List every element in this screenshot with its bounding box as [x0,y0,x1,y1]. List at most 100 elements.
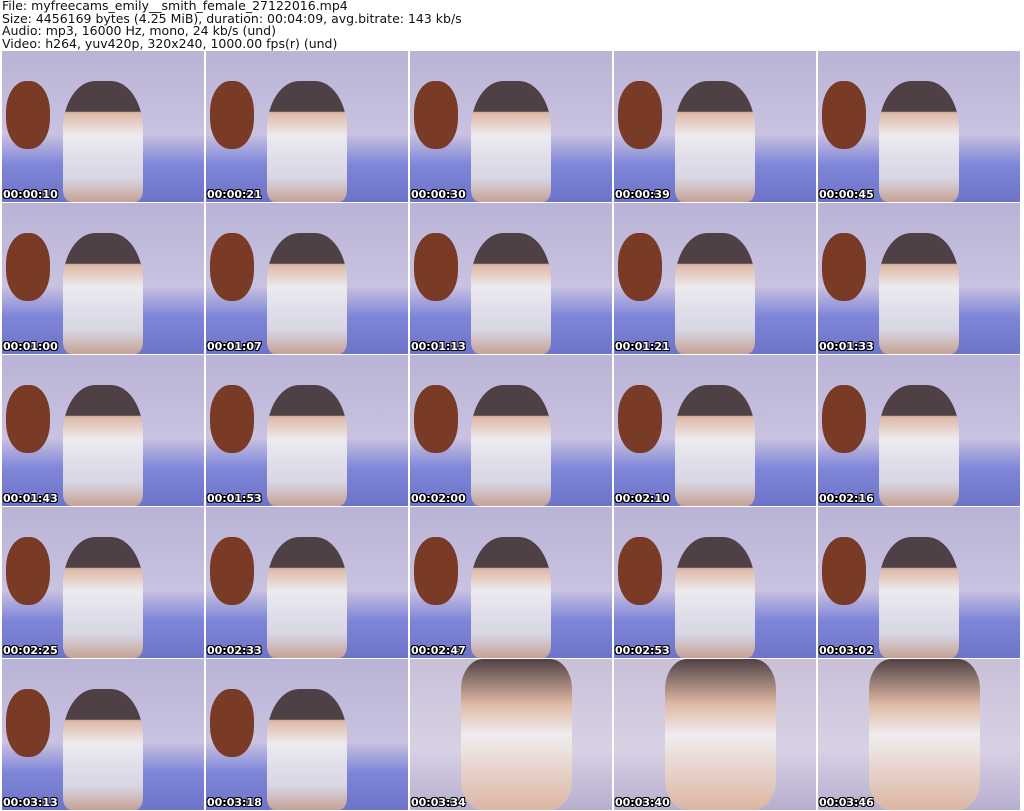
video-thumbnail: 00:00:21 [206,51,408,202]
thumbnail-timestamp: 00:03:02 [819,644,874,657]
thumbnail-background-shape [822,233,867,302]
thumbnail-figure-shape [664,659,776,810]
video-thumbnail: 00:02:25 [2,507,204,658]
thumbnail-figure-shape [266,233,348,354]
thumbnail-background-shape [414,81,459,150]
thumbnail-figure-shape [62,689,144,810]
thumbnail-figure-shape [878,81,960,202]
thumbnail-timestamp: 00:02:25 [3,644,58,657]
thumbnail-timestamp: 00:00:45 [819,188,874,201]
thumbnail-figure-shape [266,537,348,658]
video-thumbnail: 00:03:13 [2,659,204,810]
video-thumbnail: 00:03:18 [206,659,408,810]
thumbnail-figure-shape [62,537,144,658]
video-thumbnail: 00:03:40 [614,659,816,810]
thumbnail-figure-shape [62,81,144,202]
thumbnail-figure-shape [470,81,552,202]
video-thumbnail: 00:01:53 [206,355,408,506]
thumbnail-background-shape [6,81,51,150]
thumbnail-timestamp: 00:00:10 [3,188,58,201]
thumbnail-figure-shape [470,385,552,506]
video-thumbnail: 00:00:39 [614,51,816,202]
thumbnail-background-shape [822,537,867,606]
thumbnail-background-shape [618,233,663,302]
thumbnail-background-shape [822,81,867,150]
thumbnail-figure-shape [674,537,756,658]
thumbnail-background-shape [210,689,255,758]
thumbnail-timestamp: 00:02:33 [207,644,262,657]
thumbnail-figure-shape [470,537,552,658]
thumbnail-timestamp: 00:01:13 [411,340,466,353]
thumbnail-figure-shape [266,385,348,506]
thumbnail-background-shape [210,233,255,302]
video-thumbnail: 00:00:10 [2,51,204,202]
video-thumbnail: 00:02:53 [614,507,816,658]
thumbnail-figure-shape [878,537,960,658]
thumbnail-timestamp: 00:02:00 [411,492,466,505]
thumbnail-background-shape [414,233,459,302]
thumbnail-figure-shape [266,81,348,202]
video-thumbnail: 00:00:45 [818,51,1020,202]
thumbnail-timestamp: 00:01:00 [3,340,58,353]
video-thumbnail: 00:02:47 [410,507,612,658]
video-thumbnail: 00:01:33 [818,203,1020,354]
thumbnail-background-shape [210,385,255,454]
thumbnail-timestamp: 00:03:40 [615,796,670,809]
thumbnail-background-shape [822,385,867,454]
thumbnail-figure-shape [674,81,756,202]
video-info: Video: h264, yuv420p, 320x240, 1000.00 f… [2,35,338,51]
video-thumbnail: 00:01:43 [2,355,204,506]
thumbnail-background-shape [6,385,51,454]
thumbnail-timestamp: 00:02:16 [819,492,874,505]
thumbnail-figure-shape [878,233,960,354]
video-thumbnail: 00:02:10 [614,355,816,506]
thumbnail-background-shape [6,233,51,302]
thumbnail-timestamp: 00:01:53 [207,492,262,505]
thumbnail-figure-shape [878,385,960,506]
thumbnail-background-shape [210,537,255,606]
thumbnail-background-shape [414,537,459,606]
thumbnail-timestamp: 00:03:18 [207,796,262,809]
video-thumbnail: 00:03:46 [818,659,1020,810]
thumbnail-timestamp: 00:01:43 [3,492,58,505]
thumbnail-background-shape [618,81,663,150]
video-thumbnail: 00:01:21 [614,203,816,354]
thumbnail-timestamp: 00:03:13 [3,796,58,809]
thumbnail-timestamp: 00:01:21 [615,340,670,353]
file-info-header: File: myfreecams_emily__smith_female_271… [2,0,462,50]
thumbnail-timestamp: 00:01:33 [819,340,874,353]
thumbnail-grid: 00:00:10 00:00:21 00:00:30 00:00:39 00:00:45… [2,51,1020,810]
thumbnail-figure-shape [460,659,572,810]
thumbnail-figure-shape [62,385,144,506]
thumbnail-timestamp: 00:02:47 [411,644,466,657]
video-thumbnail: 00:00:30 [410,51,612,202]
thumbnail-background-shape [6,537,51,606]
thumbnail-timestamp: 00:00:39 [615,188,670,201]
thumbnail-figure-shape [62,233,144,354]
thumbnail-timestamp: 00:02:10 [615,492,670,505]
thumbnail-background-shape [414,385,459,454]
video-thumbnail: 00:01:13 [410,203,612,354]
thumbnail-timestamp: 00:01:07 [207,340,262,353]
video-thumbnail: 00:01:00 [2,203,204,354]
thumbnail-background-shape [618,385,663,454]
video-thumbnail: 00:01:07 [206,203,408,354]
thumbnail-background-shape [6,689,51,758]
thumbnail-timestamp: 00:03:34 [411,796,466,809]
thumbnail-figure-shape [266,689,348,810]
video-thumbnail: 00:02:00 [410,355,612,506]
video-thumbnail: 00:03:34 [410,659,612,810]
video-thumbnail: 00:02:16 [818,355,1020,506]
thumbnail-timestamp: 00:03:46 [819,796,874,809]
thumbnail-timestamp: 00:02:53 [615,644,670,657]
thumbnail-figure-shape [674,233,756,354]
video-thumbnail: 00:02:33 [206,507,408,658]
thumbnail-timestamp: 00:00:30 [411,188,466,201]
thumbnail-figure-shape [674,385,756,506]
thumbnail-figure-shape [868,659,980,810]
thumbnail-background-shape [618,537,663,606]
thumbnail-figure-shape [470,233,552,354]
video-thumbnail: 00:03:02 [818,507,1020,658]
thumbnail-timestamp: 00:00:21 [207,188,262,201]
thumbnail-background-shape [210,81,255,150]
